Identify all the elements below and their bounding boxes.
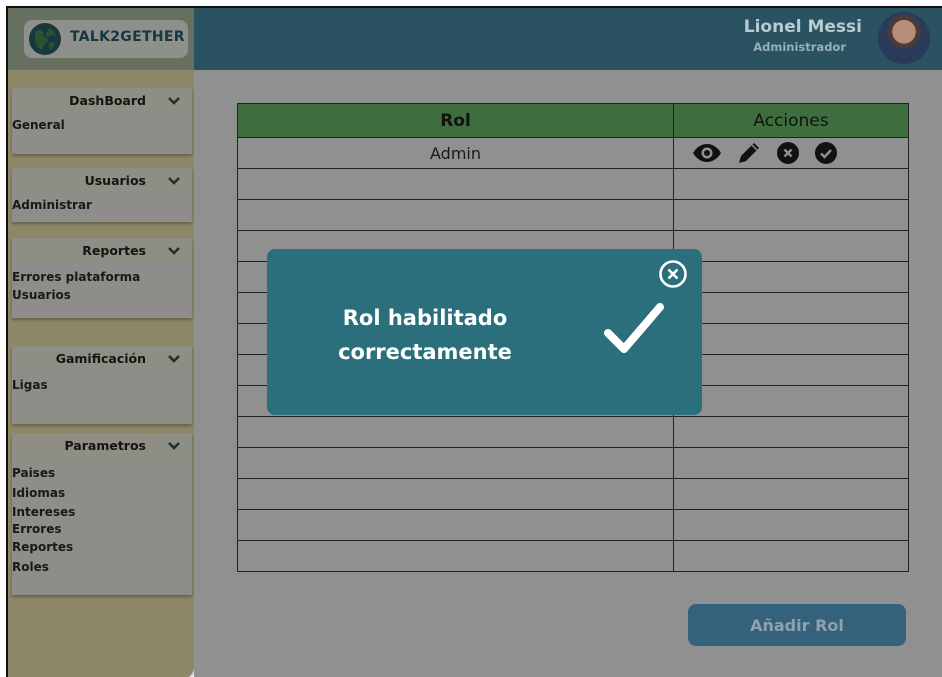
- app-frame: TALK2GETHER DashBoard General Usuarios A…: [6, 6, 942, 677]
- sidebar: TALK2GETHER DashBoard General Usuarios A…: [8, 8, 194, 677]
- sidebar-item-reportes[interactable]: Reportes: [12, 537, 192, 557]
- sidebar-item-usuarios[interactable]: Usuarios: [12, 286, 192, 304]
- table-row: [237, 540, 909, 572]
- sidebar-section-body: Administrar: [12, 194, 192, 222]
- success-modal: Rol habilitado correctamente: [267, 249, 702, 415]
- sidebar-section-gamificacion[interactable]: Gamificación: [12, 346, 192, 372]
- modal-close-button[interactable]: [658, 259, 688, 289]
- sidebar-item-ligas[interactable]: Ligas: [12, 376, 192, 395]
- sidebar-section-title: Parametros: [64, 438, 146, 453]
- sidebar-item-administrar[interactable]: Administrar: [12, 196, 192, 215]
- table-row: [237, 478, 909, 510]
- pencil-icon[interactable]: [736, 140, 762, 166]
- close-circle-outline-icon: [659, 260, 687, 288]
- top-header: Lionel Messi Administrador: [194, 8, 942, 70]
- brand-name: TALK2GETHER: [70, 29, 185, 45]
- avatar[interactable]: [878, 12, 930, 64]
- sidebar-section-body: Errores plataforma Usuarios: [12, 264, 192, 318]
- sidebar-item-paises[interactable]: Paises: [12, 463, 192, 483]
- sidebar-section-body: Paises Idiomas Intereses Errores Reporte…: [12, 459, 192, 595]
- chevron-down-icon: [168, 442, 180, 450]
- modal-message-line1: Rol habilitado: [342, 306, 508, 330]
- modal-message: Rol habilitado correctamente: [307, 301, 543, 369]
- modal-message-line2: correctamente: [338, 340, 512, 364]
- table-row: [237, 447, 909, 479]
- checkmark-icon: [604, 303, 664, 353]
- sidebar-item-errores-plataforma[interactable]: Errores plataforma: [12, 268, 192, 286]
- sidebar-item-general[interactable]: General: [12, 116, 192, 135]
- chevron-down-icon: [168, 247, 180, 255]
- sidebar-section-body: Ligas: [12, 372, 192, 424]
- table-cell-rol: Admin: [237, 137, 674, 169]
- sidebar-section-title: Gamificación: [55, 351, 146, 366]
- column-header-rol: Rol: [237, 103, 674, 138]
- add-role-button[interactable]: Añadir Rol: [688, 604, 906, 646]
- sidebar-item-roles[interactable]: Roles: [12, 557, 192, 577]
- table-cell-actions: [673, 137, 909, 169]
- close-circle-icon[interactable]: [776, 141, 800, 165]
- chevron-down-icon: [168, 97, 180, 105]
- chevron-down-icon: [168, 355, 180, 363]
- logo[interactable]: TALK2GETHER: [24, 20, 188, 58]
- table-row: [237, 199, 909, 231]
- logo-bar: TALK2GETHER: [8, 8, 194, 70]
- eye-icon[interactable]: [692, 143, 722, 163]
- table-header-row: Rol Acciones: [237, 103, 909, 138]
- table-row: [237, 168, 909, 200]
- user-role: Administrador: [753, 40, 846, 54]
- sidebar-section-reportes[interactable]: Reportes: [12, 238, 192, 264]
- sidebar-section-dashboard[interactable]: DashBoard: [12, 88, 192, 114]
- table-row: [237, 509, 909, 541]
- globe-logo-icon: [29, 23, 61, 55]
- sidebar-item-intereses[interactable]: Intereses: [12, 503, 192, 521]
- sidebar-section-body: General: [12, 114, 192, 154]
- sidebar-section-parametros[interactable]: Parametros: [12, 433, 192, 459]
- table-row: [237, 416, 909, 448]
- chevron-down-icon: [168, 177, 180, 185]
- column-header-acciones: Acciones: [673, 103, 909, 138]
- check-circle-icon[interactable]: [814, 141, 838, 165]
- sidebar-section-title: Reportes: [82, 243, 146, 258]
- table-row: Admin: [237, 137, 909, 169]
- sidebar-section-title: Usuarios: [84, 173, 146, 188]
- sidebar-item-errores[interactable]: Errores: [12, 521, 192, 537]
- sidebar-section-title: DashBoard: [69, 93, 146, 108]
- sidebar-section-usuarios[interactable]: Usuarios: [12, 168, 192, 194]
- user-name: Lionel Messi: [743, 17, 862, 37]
- sidebar-item-idiomas[interactable]: Idiomas: [12, 483, 192, 503]
